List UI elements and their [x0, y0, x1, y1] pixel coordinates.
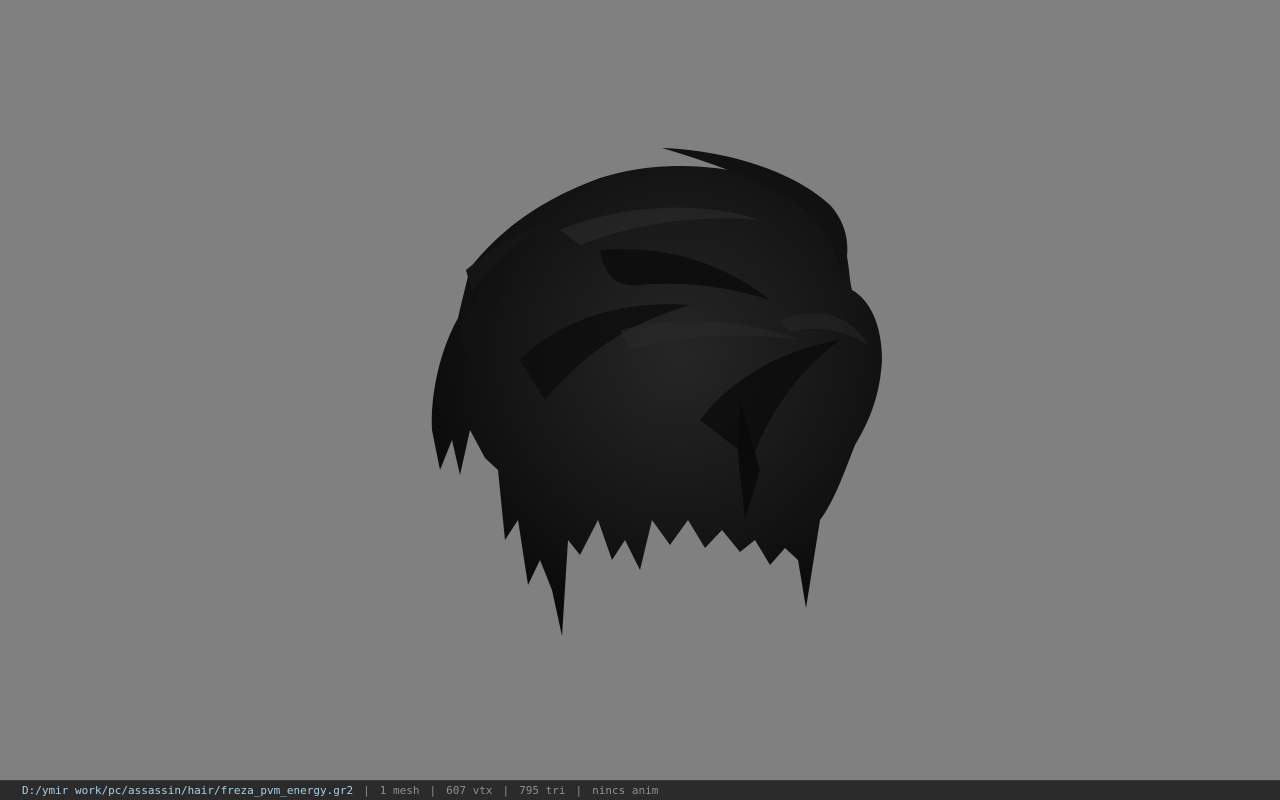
file-path: D:/ymir work/pc/assassin/hair/freza_pvm_… [22, 784, 354, 797]
triangle-count: 795 tri [519, 784, 566, 797]
status-separator: | [575, 784, 583, 797]
status-separator: | [502, 784, 510, 797]
hair-model-render [431, 148, 882, 636]
model-viewport[interactable] [0, 0, 1280, 780]
status-separator: | [363, 784, 370, 797]
mesh-count: 1 mesh [379, 784, 420, 797]
hair-mass [431, 166, 882, 636]
animation-status: nincs anim [592, 784, 659, 797]
vertex-count: 607 vtx [446, 784, 493, 797]
status-bar: D:/ymir work/pc/assassin/hair/freza_pvm_… [0, 780, 1280, 800]
status-separator: | [429, 784, 437, 797]
